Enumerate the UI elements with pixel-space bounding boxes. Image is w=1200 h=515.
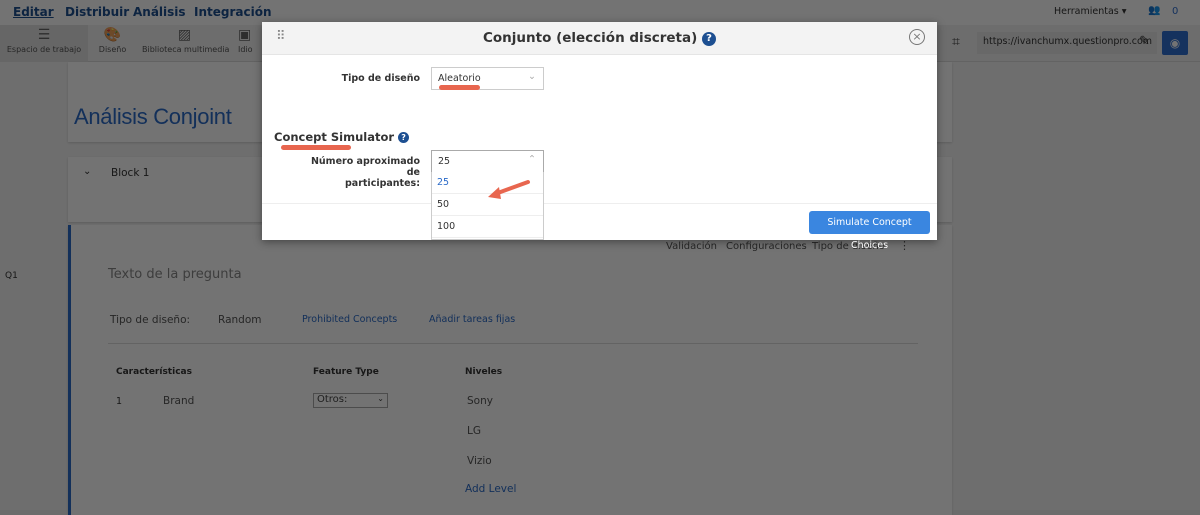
workspace-icon: ☰: [37, 27, 51, 43]
survey-url[interactable]: https://ivanchumx.questionpro.com: [977, 32, 1157, 54]
annotation-underline: [439, 85, 480, 90]
modal-footer-divider: [262, 203, 937, 204]
dropdown-option[interactable]: 100: [432, 216, 543, 238]
tools-label: Herramientas: [1054, 6, 1119, 17]
qr-icon[interactable]: ⌗: [952, 34, 960, 50]
modal-header: ⠿ Conjunto (elección discreta) ? ×: [262, 22, 937, 55]
question-number: Q1: [5, 271, 18, 281]
fixed-tasks-link[interactable]: Añadir tareas fijas: [429, 314, 515, 325]
question-card: Validación Configuraciones Tipo de diseñ…: [68, 225, 952, 515]
prohibited-concepts-link[interactable]: Prohibited Concepts: [302, 314, 397, 325]
annotation-underline: [281, 145, 351, 150]
users-count: 0: [1172, 6, 1179, 17]
image-icon: ▨: [177, 27, 192, 43]
nav-integracion[interactable]: Integración: [194, 5, 272, 19]
tool-label: Idio: [238, 45, 253, 54]
tool-media[interactable]: ▨ Biblioteca multimedia: [142, 25, 230, 62]
modal-title: Conjunto (elección discreta): [483, 30, 698, 46]
palette-icon: 🎨: [103, 27, 122, 43]
section-title: Concept Simulator: [274, 130, 395, 144]
chevron-down-icon: ⌄: [377, 394, 384, 403]
annotation-arrow-icon: [488, 180, 530, 199]
divider: [108, 343, 918, 344]
design-type-label: Tipo de diseño:: [110, 314, 191, 326]
close-icon[interactable]: ×: [909, 29, 925, 45]
design-type-value: Aleatorio: [438, 73, 481, 84]
participants-select[interactable]: 25 ⌃: [431, 150, 544, 173]
tools-menu[interactable]: Herramientas ▾: [1054, 6, 1127, 17]
tool-label: Biblioteca multimedia: [142, 45, 230, 54]
col-feature-type: Feature Type: [313, 367, 379, 377]
conjoint-modal: ⠿ Conjunto (elección discreta) ? × Tipo …: [262, 22, 937, 251]
level-item[interactable]: Sony: [467, 395, 493, 407]
chevron-up-icon: ⌃: [528, 154, 536, 165]
design-type-value: Random: [218, 314, 262, 326]
feature-type-value: Otros:: [317, 394, 348, 405]
level-item[interactable]: LG: [467, 425, 481, 437]
help-icon[interactable]: ?: [701, 32, 716, 46]
survey-title[interactable]: Análisis Conjoint: [74, 104, 232, 130]
users-icon[interactable]: 👥: [1148, 5, 1160, 16]
preview-button[interactable]: ◉: [1162, 31, 1188, 55]
nav-distribuir[interactable]: Distribuir: [65, 5, 129, 19]
tool-label: Espacio de trabajo: [6, 45, 82, 54]
eye-icon: ◉: [1169, 36, 1181, 50]
label-line: Número aproximado de: [310, 156, 420, 178]
tool-design[interactable]: 🎨 Diseño: [90, 25, 135, 62]
participants-label: Número aproximado de participantes:: [302, 156, 420, 189]
validation-link[interactable]: Validación: [666, 241, 717, 252]
question-text[interactable]: Texto de la pregunta: [108, 267, 242, 282]
nav-editar[interactable]: Editar: [13, 5, 54, 19]
level-item[interactable]: Vizio: [467, 455, 492, 467]
design-type-label: Tipo de diseño: [341, 73, 420, 84]
col-levels: Niveles: [465, 367, 503, 377]
tool-language[interactable]: ▣ Idio: [238, 25, 260, 62]
col-features: Características: [116, 367, 192, 377]
chevron-down-icon: ⌄: [528, 71, 536, 82]
tool-workspace[interactable]: ☰ Espacio de trabajo: [0, 25, 88, 62]
collapse-icon[interactable]: ⌄: [83, 166, 91, 177]
feature-type-select[interactable]: Otros: ⌄: [313, 393, 388, 408]
label-line: participantes:: [345, 178, 420, 189]
concept-simulator-heading: Concept Simulator ?: [274, 130, 410, 144]
language-icon: ▣: [238, 27, 252, 43]
simulate-concept-choices-button[interactable]: Simulate Concept Choices: [809, 211, 930, 251]
participants-value: 25: [438, 156, 451, 167]
edit-pencil-icon[interactable]: ✎: [1139, 34, 1150, 49]
block-name[interactable]: Block 1: [111, 167, 149, 179]
help-icon[interactable]: ?: [398, 132, 410, 143]
tool-label: Diseño: [98, 45, 127, 54]
nav-analisis[interactable]: Análisis: [133, 5, 186, 19]
feature-name[interactable]: Brand: [163, 395, 194, 407]
row-number: 1: [116, 396, 123, 407]
settings-link[interactable]: Configuraciones: [726, 241, 807, 252]
add-level-link[interactable]: Add Level: [465, 483, 516, 495]
more-icon[interactable]: ⋮: [899, 239, 910, 252]
